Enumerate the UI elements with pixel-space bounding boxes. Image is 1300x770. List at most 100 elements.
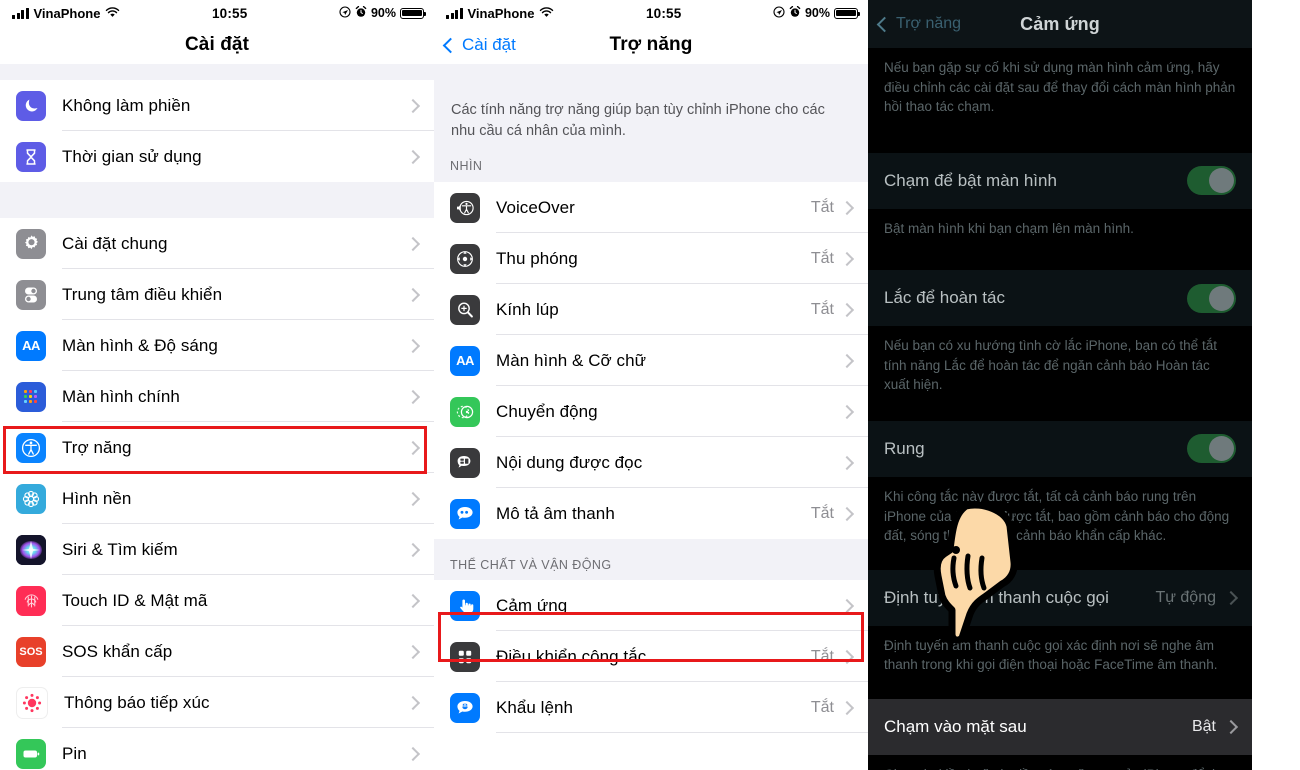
touch-description: Nếu bạn gặp sự cố khi sử dụng màn hình c… — [868, 48, 1252, 131]
list-item-label: SOS khẩn cấp — [62, 641, 173, 661]
sidebar-item-do-not-disturb[interactable]: Không làm phiền — [0, 80, 434, 131]
voice-control-icon — [450, 692, 480, 723]
accessibility-icon — [16, 432, 46, 463]
list-item-label: Trung tâm điều khiển — [62, 284, 223, 304]
list-item-audio-descriptions[interactable]: Mô tả âm thanh Tắt — [434, 488, 868, 540]
sos-icon: SOS — [16, 636, 46, 667]
voiceover-icon — [450, 192, 480, 223]
chevron-right-icon — [405, 338, 421, 353]
chevron-right-icon — [839, 404, 855, 419]
aa-text-icon: AA — [16, 330, 46, 361]
shake-to-undo-toggle[interactable] — [1187, 283, 1236, 313]
list-gap — [434, 64, 868, 86]
back-button-label: Trợ năng — [896, 15, 962, 32]
list-item-value: Tắt — [810, 198, 834, 216]
chevron-right-icon — [1223, 590, 1239, 605]
row-label: Định tuyến âm thanh cuộc gọi — [884, 587, 1109, 607]
row-tap-to-wake[interactable]: Chạm để bật màn hình — [868, 152, 1252, 209]
physical-motor-group: Cảm ứng Điều khiển công tắc Tắt Khẩu lện… — [434, 580, 868, 734]
aa-text-icon: AA — [450, 345, 480, 376]
row-call-audio-routing[interactable]: Định tuyến âm thanh cuộc gọi Tự động — [868, 569, 1252, 626]
alarm-clock-icon — [355, 5, 367, 21]
row-back-tap[interactable]: Chạm vào mặt sau Bật — [868, 698, 1252, 755]
wifi-icon — [539, 6, 554, 20]
chevron-right-icon — [405, 389, 421, 404]
chevron-right-icon — [1223, 719, 1239, 734]
chevron-right-icon — [839, 302, 855, 317]
sidebar-item-siri-search[interactable]: Siri & Tìm kiếm — [0, 524, 434, 575]
list-item-label: Màn hình & Cỡ chữ — [496, 350, 646, 370]
row-vibration[interactable]: Rung — [868, 420, 1252, 477]
vision-group: VoiceOver Tắt Thu phóng Tắt Kính lúp Tắt… — [434, 182, 868, 540]
sidebar-item-control-center[interactable]: Trung tâm điều khiển — [0, 269, 434, 320]
sidebar-item-general[interactable]: Cài đặt chung — [0, 218, 434, 269]
chevron-right-icon — [405, 98, 421, 113]
list-item-label: Thông báo tiếp xúc — [64, 692, 210, 712]
sidebar-item-emergency-sos[interactable]: SOS SOS khẩn cấp — [0, 626, 434, 677]
list-item-value: Tắt — [810, 300, 834, 318]
list-item-spoken-content[interactable]: Nội dung được đọc — [434, 437, 868, 489]
sidebar-item-home-screen[interactable]: Màn hình chính — [0, 371, 434, 422]
sidebar-item-exposure-notifications[interactable]: Thông báo tiếp xúc — [0, 677, 434, 728]
tap-to-wake-toggle[interactable] — [1187, 166, 1236, 196]
row-label: Lắc để hoàn tác — [884, 288, 1005, 308]
status-bar-2: VinaPhone 10:55 90% — [434, 0, 868, 26]
back-tap-footer: Chạm hai lần hoặc ba lần vào mặt sau của… — [868, 754, 1252, 770]
sidebar-item-display-brightness[interactable]: AA Màn hình & Độ sáng — [0, 320, 434, 371]
section-header-vision: NHÌN — [434, 159, 868, 183]
list-item-label: Khẩu lệnh — [496, 697, 574, 717]
row-label: Chạm vào mặt sau — [884, 716, 1027, 736]
chevron-right-icon — [405, 644, 421, 659]
list-item-label: Hình nền — [62, 488, 132, 508]
list-item-label: Cài đặt chung — [62, 233, 168, 253]
location-arrow-icon — [773, 5, 785, 21]
list-item-label: Thời gian sử dụng — [62, 146, 202, 166]
screen-accessibility: VinaPhone 10:55 90% Cài đặt Trợ năng Các… — [434, 0, 868, 770]
list-item-label: Nội dung được đọc — [496, 452, 643, 472]
list-item-label: Màn hình chính — [62, 386, 180, 406]
chevron-right-icon — [405, 491, 421, 506]
three-phone-screenshots: VinaPhone 10:55 90% Cài đặt Không làm ph… — [0, 0, 1300, 770]
audio-description-icon — [450, 498, 480, 529]
list-item-value: Tắt — [810, 647, 834, 665]
list-item-switch-control[interactable]: Điều khiển công tắc Tắt — [434, 631, 868, 683]
clock-label: 10:55 — [211, 5, 248, 21]
sidebar-item-battery[interactable]: Pin — [0, 728, 434, 770]
sidebar-item-accessibility[interactable]: Trợ năng — [0, 422, 434, 473]
list-item-display-text-size[interactable]: AA Màn hình & Cỡ chữ — [434, 335, 868, 387]
back-button[interactable]: Trợ năng — [868, 15, 961, 33]
vibration-toggle[interactable] — [1187, 434, 1236, 464]
battery-percent-label: 90% — [370, 6, 396, 20]
list-item-label: Màn hình & Độ sáng — [62, 335, 218, 355]
shake-to-undo-footer: Nếu bạn có xu hướng tình cờ lắc iPhone, … — [868, 326, 1252, 409]
chevron-left-icon — [876, 16, 893, 32]
list-item-zoom[interactable]: Thu phóng Tắt — [434, 233, 868, 285]
list-gap — [0, 64, 434, 80]
list-item-label: Kính lúp — [496, 299, 559, 319]
back-button[interactable]: Cài đặt — [434, 35, 516, 55]
list-item-motion[interactable]: Chuyển động — [434, 386, 868, 438]
battery-icon — [400, 7, 427, 19]
moon-icon — [16, 90, 46, 121]
row-shake-to-undo[interactable]: Lắc để hoàn tác — [868, 270, 1252, 327]
vibration-footer: Khi công tắc này được tắt, tất cả cảnh b… — [868, 476, 1252, 560]
touch-hand-icon — [450, 590, 480, 621]
sidebar-item-screen-time[interactable]: Thời gian sử dụng — [0, 131, 434, 182]
list-gap — [434, 539, 868, 559]
location-arrow-icon — [339, 5, 351, 21]
spoken-content-icon — [450, 447, 480, 478]
list-item-magnifier[interactable]: Kính lúp Tắt — [434, 284, 868, 336]
sidebar-item-touch-id-passcode[interactable]: Touch ID & Mật mã — [0, 575, 434, 626]
list-item-label: Điều khiển công tắc — [496, 646, 647, 666]
sidebar-item-wallpaper[interactable]: Hình nền — [0, 473, 434, 524]
chevron-right-icon — [839, 700, 855, 715]
list-item-voiceover[interactable]: VoiceOver Tắt — [434, 182, 868, 234]
list-item-label: Touch ID & Mật mã — [62, 590, 208, 610]
list-item-voice-control[interactable]: Khẩu lệnh Tắt — [434, 682, 868, 734]
list-item-label: Pin — [62, 743, 87, 763]
list-item-touch[interactable]: Cảm ứng — [434, 580, 868, 632]
list-gap — [868, 130, 1252, 153]
tap-to-wake-footer: Bật màn hình khi bạn chạm lên màn hình. — [868, 208, 1252, 253]
chevron-right-icon — [839, 353, 855, 368]
carrier-label: VinaPhone — [33, 5, 101, 21]
